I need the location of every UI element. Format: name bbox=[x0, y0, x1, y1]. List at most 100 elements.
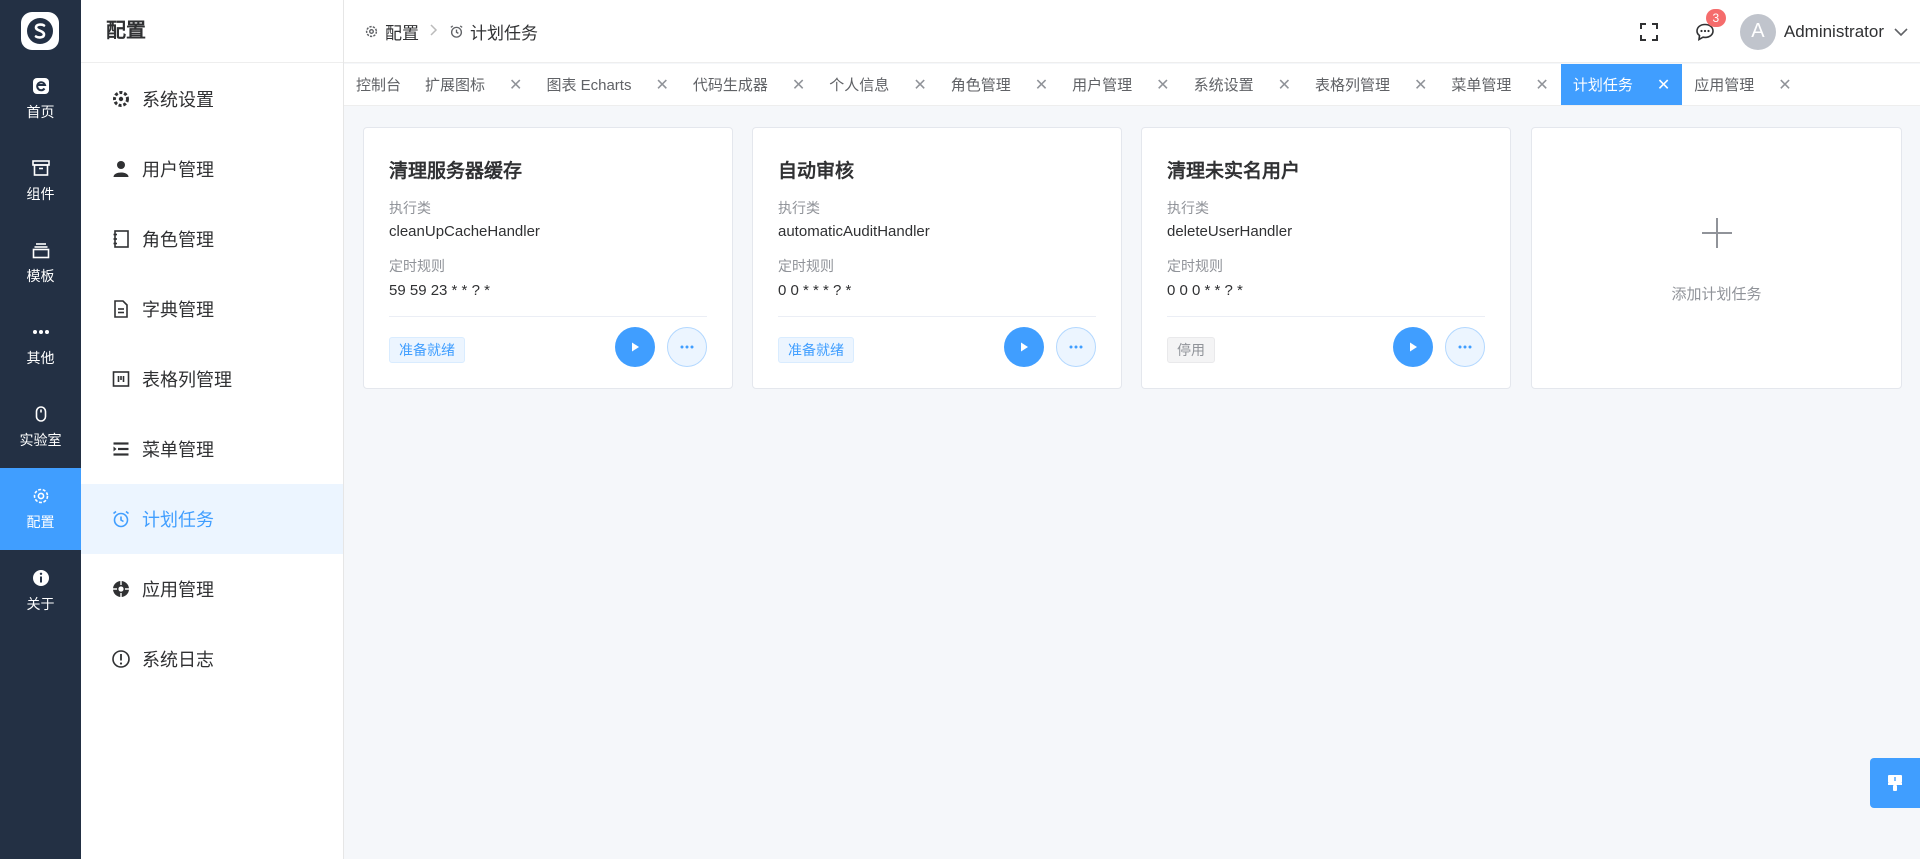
play-icon bbox=[632, 342, 639, 352]
more-actions-button[interactable] bbox=[1445, 327, 1485, 367]
fullscreen-button[interactable] bbox=[1638, 21, 1660, 43]
more-actions-button[interactable] bbox=[1056, 327, 1096, 367]
logo-icon bbox=[27, 18, 53, 44]
menu-item-role-management[interactable]: 角色管理 bbox=[81, 204, 343, 274]
menu-item-label: 用户管理 bbox=[142, 160, 214, 180]
chevron-right-icon bbox=[429, 22, 439, 42]
tab-echarts[interactable]: 图表 Echarts ✕ bbox=[534, 64, 680, 105]
menu-item-menu-management[interactable]: 菜单管理 bbox=[81, 414, 343, 484]
user-dropdown[interactable]: A Administrator bbox=[1739, 13, 1908, 50]
tab-table-column-management[interactable]: 表格列管理 ✕ bbox=[1303, 64, 1439, 105]
ellipsis-icon bbox=[1458, 345, 1472, 349]
rail-item-about[interactable]: 关于 bbox=[0, 550, 81, 632]
tab-role-management[interactable]: 角色管理 ✕ bbox=[939, 64, 1060, 105]
menu-item-table-column-management[interactable]: 表格列管理 bbox=[81, 344, 343, 414]
handler-label: 执行类 bbox=[389, 200, 431, 216]
close-icon[interactable]: ✕ bbox=[913, 75, 926, 95]
menu-item-user-management[interactable]: 用户管理 bbox=[81, 134, 343, 204]
close-icon[interactable]: ✕ bbox=[1035, 75, 1048, 95]
rail-item-label: 首页 bbox=[26, 104, 55, 120]
username: Administrator bbox=[1783, 21, 1884, 41]
tab-label: 控制台 bbox=[356, 77, 402, 94]
cron-value: 0 0 0 * * ? * bbox=[1167, 282, 1243, 299]
rail-item-components[interactable]: 组件 bbox=[0, 140, 81, 222]
card-divider bbox=[778, 316, 1096, 317]
card-divider bbox=[389, 316, 707, 317]
status-badge: 停用 bbox=[1167, 337, 1215, 363]
menu-item-label: 系统设置 bbox=[142, 90, 214, 110]
info-icon bbox=[32, 570, 49, 586]
menu-item-system-settings[interactable]: 系统设置 bbox=[81, 64, 343, 134]
breadcrumb: 配置 计划任务 bbox=[364, 0, 538, 63]
add-task-label: 添加计划任务 bbox=[1671, 286, 1762, 303]
handler-value: cleanUpCacheHandler bbox=[389, 223, 540, 240]
rail-item-lab[interactable]: 实验室 bbox=[0, 386, 81, 468]
columns-icon bbox=[110, 368, 132, 390]
close-icon[interactable]: ✕ bbox=[1778, 75, 1791, 95]
cron-value: 59 59 23 * * ? * bbox=[389, 282, 490, 299]
menu-item-label: 角色管理 bbox=[142, 230, 214, 250]
close-icon[interactable]: ✕ bbox=[1414, 75, 1427, 95]
cron-label: 定时规则 bbox=[778, 258, 834, 274]
tab-app-management[interactable]: 应用管理 ✕ bbox=[1682, 64, 1803, 105]
tab-user-management[interactable]: 用户管理 ✕ bbox=[1060, 64, 1181, 105]
app-root: 首页 组件 模板 其他 实验室 配置 关于 配置 系统设置 用户管理 角色管理 … bbox=[0, 0, 1920, 859]
run-task-button[interactable] bbox=[615, 327, 655, 367]
close-icon[interactable]: ✕ bbox=[1657, 75, 1670, 95]
rail-item-label: 其他 bbox=[26, 350, 55, 366]
task-card: 自动审核 执行类 automaticAuditHandler 定时规则 0 0 … bbox=[752, 127, 1122, 389]
rail-item-config[interactable]: 配置 bbox=[0, 468, 81, 550]
rail-item-label: 关于 bbox=[26, 596, 55, 612]
menu-item-label: 菜单管理 bbox=[142, 440, 214, 460]
rail-item-home[interactable]: 首页 bbox=[0, 58, 81, 140]
rail-item-label: 模板 bbox=[26, 268, 55, 284]
tab-extended-icons[interactable]: 扩展图标 ✕ bbox=[413, 64, 534, 105]
more-actions-button[interactable] bbox=[667, 327, 707, 367]
run-task-button[interactable] bbox=[1004, 327, 1044, 367]
app-logo[interactable] bbox=[21, 12, 59, 50]
tab-system-settings[interactable]: 系统设置 ✕ bbox=[1182, 64, 1303, 105]
ellipsis-icon bbox=[1069, 345, 1083, 349]
status-badge: 准备就绪 bbox=[389, 337, 465, 363]
handler-value: automaticAuditHandler bbox=[778, 223, 930, 240]
menu-item-system-log[interactable]: 系统日志 bbox=[81, 624, 343, 694]
rail-item-other[interactable]: 其他 bbox=[0, 304, 81, 386]
breadcrumb-item[interactable]: 计划任务 bbox=[470, 19, 538, 44]
menu-item-label: 表格列管理 bbox=[142, 370, 232, 390]
tab-scheduled-tasks[interactable]: 计划任务 ✕ bbox=[1560, 64, 1683, 105]
tab-label: 应用管理 bbox=[1694, 77, 1755, 94]
close-icon[interactable]: ✕ bbox=[792, 75, 805, 95]
tab-dashboard[interactable]: 控制台 bbox=[344, 64, 413, 105]
card-divider bbox=[1167, 316, 1485, 317]
archive-icon bbox=[31, 160, 50, 176]
close-icon[interactable]: ✕ bbox=[1156, 75, 1169, 95]
add-task-card[interactable]: 添加计划任务 bbox=[1531, 127, 1902, 389]
tab-profile[interactable]: 个人信息 ✕ bbox=[817, 64, 938, 105]
tab-code-generator[interactable]: 代码生成器 ✕ bbox=[681, 64, 817, 105]
header-actions: 3 A Administrator bbox=[1638, 0, 1920, 63]
task-title: 清理服务器缓存 bbox=[389, 161, 523, 182]
menu-item-scheduled-tasks[interactable]: 计划任务 bbox=[81, 484, 343, 554]
close-icon[interactable]: ✕ bbox=[655, 75, 668, 95]
close-icon[interactable]: ✕ bbox=[1278, 75, 1291, 95]
messages-button[interactable]: 3 bbox=[1694, 8, 1726, 43]
run-task-button[interactable] bbox=[1393, 327, 1433, 367]
cron-label: 定时规则 bbox=[1167, 258, 1223, 274]
user-icon bbox=[110, 158, 132, 180]
close-icon[interactable]: ✕ bbox=[509, 75, 522, 95]
fullscreen-icon bbox=[1639, 22, 1658, 41]
config-submenu: 配置 系统设置 用户管理 角色管理 字典管理 表格列管理 菜单管理 计划任务 应… bbox=[81, 0, 344, 859]
breadcrumb-item[interactable]: 配置 bbox=[385, 19, 419, 44]
menu-item-dictionary-management[interactable]: 字典管理 bbox=[81, 274, 343, 344]
tab-label: 用户管理 bbox=[1072, 77, 1133, 94]
tab-menu-management[interactable]: 菜单管理 ✕ bbox=[1439, 64, 1560, 105]
close-icon[interactable]: ✕ bbox=[1535, 75, 1548, 95]
menu-item-label: 系统日志 bbox=[142, 650, 214, 670]
tab-label: 图表 Echarts bbox=[546, 77, 632, 94]
rail-item-label: 配置 bbox=[26, 514, 55, 530]
rail-item-templates[interactable]: 模板 bbox=[0, 222, 81, 304]
gear-icon bbox=[364, 24, 379, 39]
theme-settings-button[interactable] bbox=[1870, 758, 1920, 808]
avatar: A bbox=[1739, 13, 1776, 50]
menu-item-app-management[interactable]: 应用管理 bbox=[81, 554, 343, 624]
